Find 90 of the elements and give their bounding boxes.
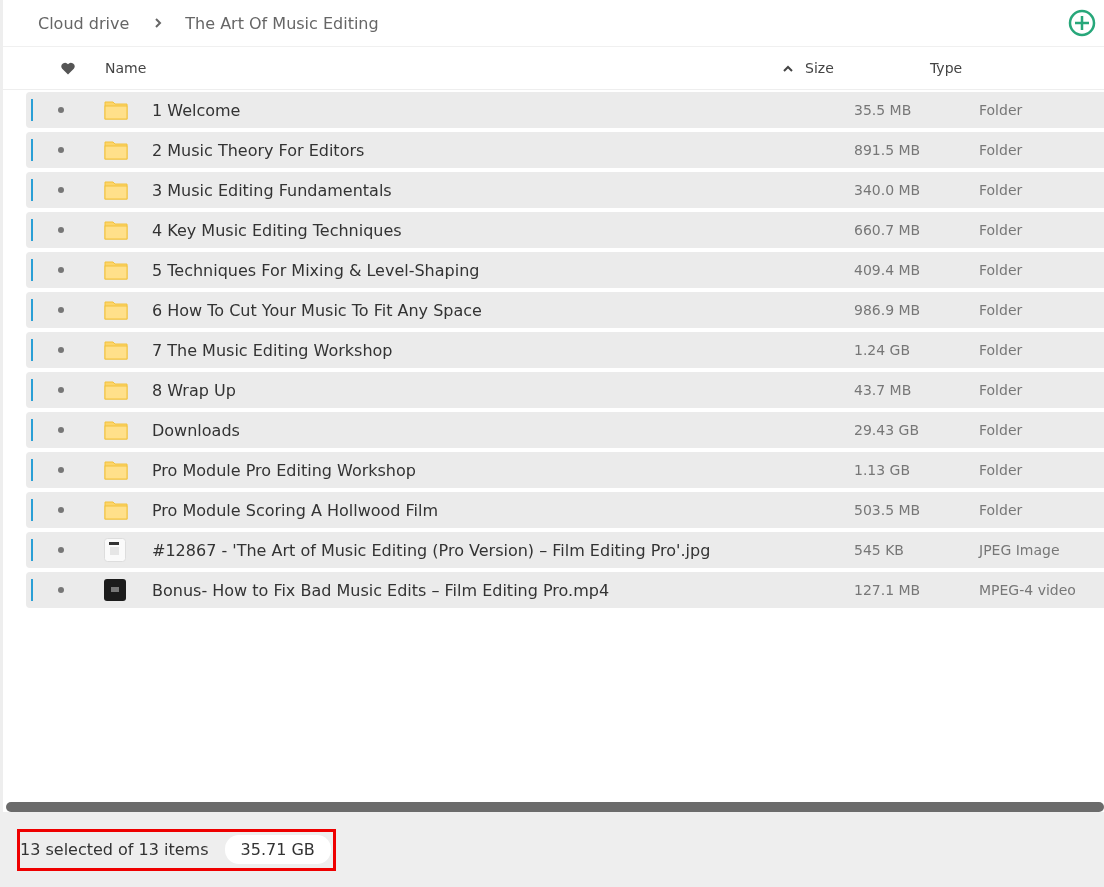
bullet-icon (58, 347, 64, 353)
selection-count: 13 selected of 13 items (20, 840, 209, 859)
file-type: Folder (979, 102, 1024, 118)
bullet-icon (58, 547, 64, 553)
file-row[interactable]: 7 The Music Editing Workshop 1.24 GB Folder (26, 332, 1104, 368)
file-size: 986.9 MB (854, 302, 922, 318)
file-row[interactable]: 8 Wrap Up 43.7 MB Folder (26, 372, 1104, 408)
file-row[interactable]: 3 Music Editing Fundamentals 340.0 MB Folder (26, 172, 1104, 208)
file-name: 3 Music Editing Fundamentals (152, 180, 393, 200)
file-name: 2 Music Theory For Editors (152, 140, 366, 160)
folder-icon (104, 300, 128, 320)
folder-icon (104, 260, 128, 280)
file-size: 660.7 MB (854, 222, 922, 238)
sort-up-icon[interactable] (783, 64, 793, 72)
file-name: Bonus- How to Fix Bad Music Edits – Film Editing Pro.mp4 (152, 580, 611, 600)
file-row[interactable]: 2 Music Theory For Editors 891.5 MB Folder (26, 132, 1104, 168)
file-type: Folder (979, 302, 1024, 318)
folder-icon (104, 380, 128, 400)
bullet-icon (58, 147, 64, 153)
file-type: Folder (979, 262, 1024, 278)
file-name: #12867 - 'The Art of Music Editing (Pro Version) – Film Editing Pro'.jpg (152, 540, 712, 560)
breadcrumb-item[interactable]: The Art Of Music Editing (185, 13, 379, 33)
folder-icon (104, 180, 128, 200)
bullet-icon (58, 227, 64, 233)
file-size: 891.5 MB (854, 142, 922, 158)
file-row[interactable]: Pro Module Pro Editing Workshop 1.13 GB Folder (26, 452, 1104, 488)
file-name: Pro Module Pro Editing Workshop (152, 460, 417, 480)
file-size: 545 KB (854, 542, 905, 558)
file-size: 1.13 GB (854, 462, 912, 478)
folder-icon (104, 460, 128, 480)
file-name: 5 Techniques For Mixing & Level-Shaping (152, 260, 481, 280)
file-type: Folder (979, 422, 1024, 438)
file-type: Folder (979, 502, 1024, 518)
file-name: 4 Key Music Editing Techniques (152, 220, 403, 240)
file-type: Folder (979, 382, 1024, 398)
file-name: 6 How To Cut Your Music To Fit Any Space (152, 300, 483, 320)
file-size: 503.5 MB (854, 502, 922, 518)
file-type: Folder (979, 142, 1024, 158)
file-size: 127.1 MB (854, 582, 922, 598)
bullet-icon (58, 427, 64, 433)
file-type: Folder (979, 462, 1024, 478)
bullet-icon (58, 507, 64, 513)
file-type: Folder (979, 342, 1024, 358)
file-name: Pro Module Scoring A Hollwood Film (152, 500, 440, 520)
folder-icon (104, 340, 128, 360)
file-row[interactable]: 6 How To Cut Your Music To Fit Any Space 986.9 MB Folder (26, 292, 1104, 328)
file-row[interactable]: 1 Welcome 35.5 MB Folder (26, 92, 1104, 128)
file-size: 340.0 MB (854, 182, 922, 198)
folder-icon (104, 100, 128, 120)
file-size: 1.24 GB (854, 342, 912, 358)
bullet-icon (58, 107, 64, 113)
bullet-icon (58, 187, 64, 193)
file-name: Downloads (152, 420, 241, 440)
file-row[interactable]: 4 Key Music Editing Techniques 660.7 MB Folder (26, 212, 1104, 248)
file-type: Folder (979, 222, 1024, 238)
file-size: 43.7 MB (854, 382, 913, 398)
file-name: 7 The Music Editing Workshop (152, 340, 394, 360)
breadcrumb-item[interactable]: Cloud drive (38, 13, 130, 33)
type-column-header[interactable]: Type (930, 60, 963, 76)
bullet-icon (58, 307, 64, 313)
bullet-icon (58, 467, 64, 473)
size-column-header[interactable]: Size (805, 60, 834, 76)
name-column-header[interactable]: Name (105, 60, 147, 76)
scrollbar[interactable] (6, 802, 1104, 812)
folder-icon (104, 500, 128, 520)
heart-icon[interactable] (61, 61, 75, 75)
file-size: 409.4 MB (854, 262, 922, 278)
folder-icon (104, 140, 128, 160)
bullet-icon (58, 387, 64, 393)
file-row[interactable]: Pro Module Scoring A Hollwood Film 503.5 MB Folder (26, 492, 1104, 528)
video-thumbnail-icon (104, 579, 126, 601)
total-size: 35.71 GB (224, 835, 331, 864)
folder-icon (104, 420, 128, 440)
file-row[interactable]: 5 Techniques For Mixing & Level-Shaping 409.4 MB Folder (26, 252, 1104, 288)
file-type: Folder (979, 182, 1024, 198)
file-name: 1 Welcome (152, 100, 242, 120)
bullet-icon (58, 267, 64, 273)
file-row[interactable]: Downloads 29.43 GB Folder (26, 412, 1104, 448)
folder-icon (104, 220, 128, 240)
file-type: MPEG-4 video (979, 582, 1077, 598)
bullet-icon (58, 587, 64, 593)
file-size: 29.43 GB (854, 422, 920, 438)
file-row[interactable]: #12867 - 'The Art of Music Editing (Pro Version) – Film Editing Pro'.jpg 545 KB JPEG Image (26, 532, 1104, 568)
add-button[interactable] (1068, 9, 1096, 37)
chevron-right-icon (153, 18, 164, 28)
file-size: 35.5 MB (854, 102, 913, 118)
file-name: 8 Wrap Up (152, 380, 237, 400)
file-type: JPEG Image (979, 542, 1061, 558)
image-thumbnail-icon (104, 538, 126, 562)
file-row[interactable]: Bonus- How to Fix Bad Music Edits – Film Editing Pro.mp4 127.1 MB MPEG-4 video (26, 572, 1104, 608)
